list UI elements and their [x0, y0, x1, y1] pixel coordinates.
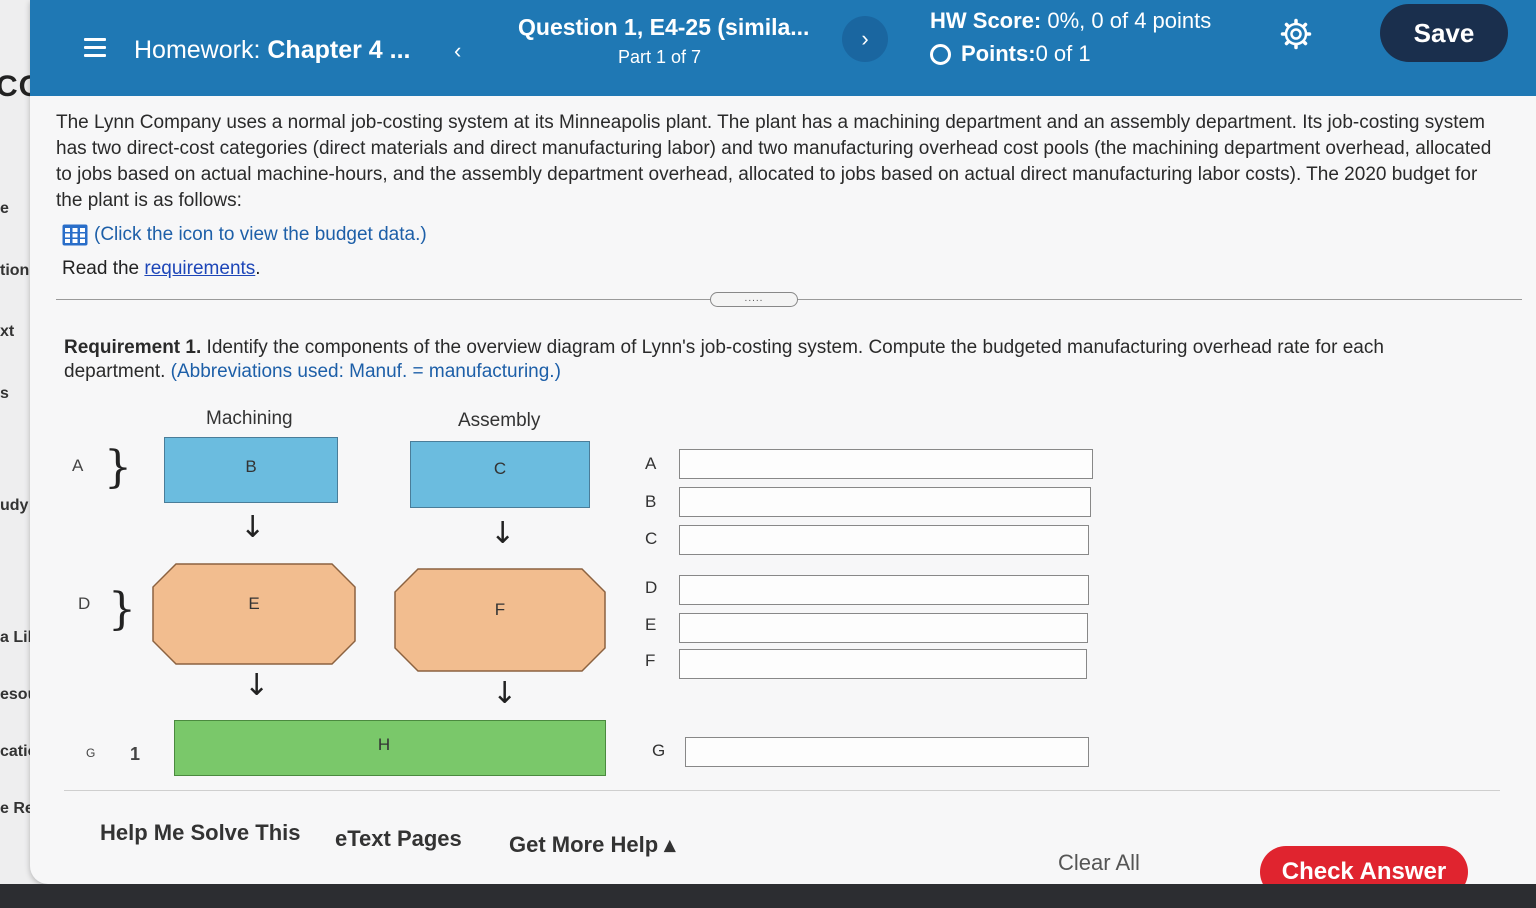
box-b: B: [164, 437, 338, 503]
points-status-icon: [930, 43, 951, 65]
brace-label-g: G: [86, 746, 96, 760]
homework-prefix: Homework:: [134, 36, 268, 64]
homework-chapter: Chapter 4 ...: [267, 36, 411, 64]
homework-title[interactable]: Homework: Chapter 4 ...: [134, 36, 410, 65]
box-f: [394, 568, 606, 672]
box-e: [152, 563, 356, 665]
answer-input-g[interactable]: [685, 737, 1089, 767]
chevron-right-icon: ›: [861, 26, 869, 51]
brace-a: }: [104, 442, 132, 493]
box-c-label: C: [493, 459, 507, 478]
answer-input-a[interactable]: [679, 449, 1093, 479]
answer-input-f[interactable]: [679, 649, 1087, 679]
points-label: Points:: [961, 41, 1036, 66]
help-me-solve-this-button[interactable]: Help Me Solve This: [100, 820, 301, 846]
arrow-c-to-f: ↓: [490, 516, 516, 551]
brace-d: }: [108, 584, 136, 635]
requirements-link[interactable]: requirements: [144, 258, 255, 279]
get-more-help-button[interactable]: Get More Help ▴: [509, 832, 675, 858]
abbreviation-note: (Abbreviations used: Manuf. = manufactur…: [170, 361, 561, 382]
answer-letter-g: G: [652, 741, 666, 760]
box-b-label: B: [245, 457, 257, 476]
collapse-icon[interactable]: ‹: [454, 38, 461, 64]
etext-pages-button[interactable]: eText Pages: [335, 826, 462, 852]
answer-letter-b: B: [645, 492, 657, 511]
read-suffix: .: [255, 258, 261, 279]
gear-icon[interactable]: [1280, 18, 1312, 50]
question-header: Homework: Chapter 4 ... ‹ Question 1, E4…: [30, 0, 1536, 96]
problem-statement: The Lynn Company uses a normal job-costi…: [56, 112, 1492, 211]
answer-letter-c: C: [645, 529, 658, 548]
brace-g: 1: [130, 744, 141, 764]
answer-input-e[interactable]: [679, 613, 1088, 643]
box-h-label: H: [377, 735, 391, 754]
table-icon[interactable]: [62, 224, 88, 246]
requirement-label: Requirement 1.: [64, 337, 202, 358]
hw-score-value: 0%, 0 of 4 points: [1041, 8, 1212, 33]
answer-input-d[interactable]: [679, 575, 1089, 605]
box-f-label: F: [494, 600, 506, 619]
arrow-b-to-e: ↓: [240, 510, 266, 545]
answer-letter-f: F: [645, 651, 656, 670]
clear-all-button[interactable]: Clear All: [1058, 850, 1140, 876]
question-part: Part 1 of 7: [618, 47, 702, 67]
hw-score-label: HW Score:: [930, 8, 1042, 33]
divider-drag-handle[interactable]: .....: [710, 292, 798, 307]
footer-divider: [64, 790, 1500, 791]
arrow-f-to-h: ↓: [492, 676, 518, 711]
answer-letter-a: A: [645, 454, 657, 473]
answer-input-c[interactable]: [679, 525, 1089, 555]
save-button[interactable]: Save: [1380, 4, 1508, 62]
answer-letter-e: E: [645, 615, 657, 634]
brace-label-d: D: [78, 594, 91, 613]
next-question-button[interactable]: ›: [842, 16, 888, 62]
box-c: C: [410, 441, 590, 508]
arrow-e-to-h: ↓: [244, 668, 270, 703]
points: Points: 0 of 1: [930, 41, 1091, 67]
brace-label-a: A: [72, 456, 84, 475]
question-title: Question 1, E4-25 (simila...: [518, 14, 810, 40]
hw-score: HW Score: 0%, 0 of 4 points: [930, 8, 1211, 34]
os-dock: [0, 884, 1536, 908]
read-requirements: Read the requirements.: [62, 258, 261, 280]
assembly-column-label: Assembly: [458, 410, 541, 431]
box-h: H: [174, 720, 606, 776]
points-value: 0 of 1: [1035, 41, 1091, 66]
menu-icon[interactable]: [84, 38, 106, 58]
answer-input-b[interactable]: [679, 487, 1091, 517]
box-e-label: E: [248, 594, 260, 613]
budget-link-text[interactable]: (Click the icon to view the budget data.…: [94, 224, 427, 246]
read-prefix: Read the: [62, 258, 145, 279]
budget-data-link[interactable]: (Click the icon to view the budget data.…: [62, 224, 427, 246]
machining-column-label: Machining: [206, 408, 293, 429]
requirement-text: Requirement 1. Identify the components o…: [64, 336, 1474, 384]
answer-letter-d: D: [645, 578, 658, 597]
